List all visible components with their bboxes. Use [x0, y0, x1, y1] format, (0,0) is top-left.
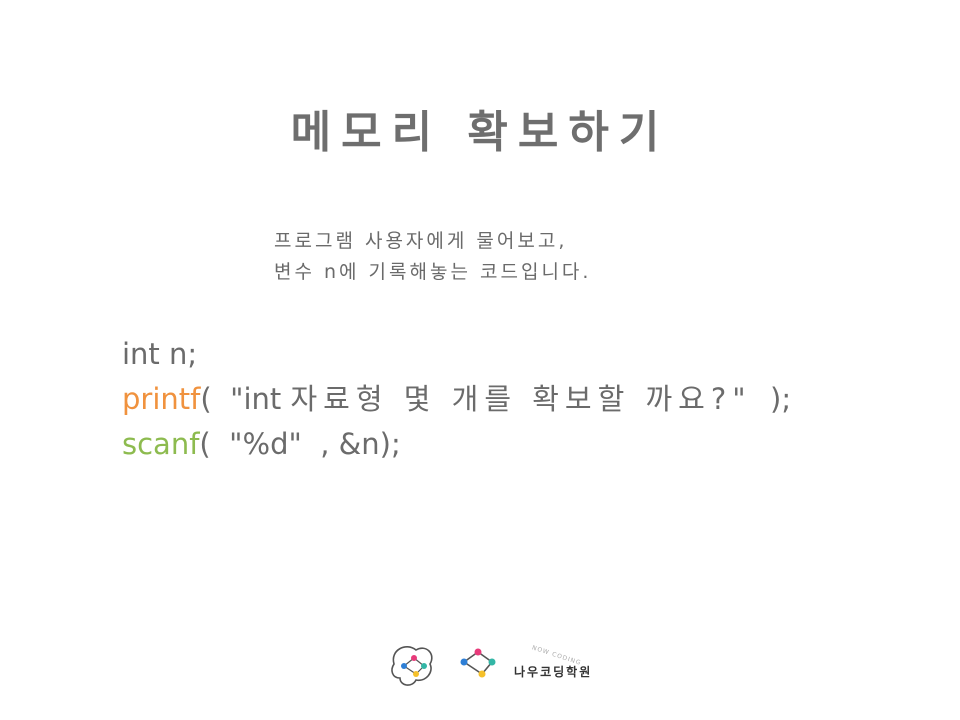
brand-name: 나우코딩학원	[514, 665, 593, 679]
printf-keyword: printf	[122, 382, 201, 416]
scanf-rest: ( "%d" , &n);	[199, 427, 401, 461]
slide-description: 프로그램 사용자에게 물어보고, 변수 n에 기록해놓는 코드입니다.	[274, 226, 591, 288]
printf-open: ( "int	[200, 382, 291, 416]
code-line-2: printf( "int 자료형 몇 개를 확보할 까요?" );	[122, 377, 791, 422]
code-line-3: scanf( "%d" , &n);	[122, 422, 791, 467]
printf-korean-text: 자료형 몇 개를 확보할 까요?"	[290, 382, 752, 416]
scanf-keyword: scanf	[122, 427, 200, 461]
network-nodes-icon	[460, 648, 496, 678]
description-line-1: 프로그램 사용자에게 물어보고,	[274, 230, 568, 252]
code-block: int n; printf( "int 자료형 몇 개를 확보할 까요?" );…	[122, 332, 791, 467]
slide-title: 메모리 확보하기	[290, 107, 670, 158]
description-line-2: 변수 n에 기록해놓는 코드입니다.	[274, 261, 592, 283]
brain-network-icon	[391, 646, 433, 686]
code-line-1: int n;	[122, 337, 198, 371]
printf-close: );	[751, 382, 792, 416]
